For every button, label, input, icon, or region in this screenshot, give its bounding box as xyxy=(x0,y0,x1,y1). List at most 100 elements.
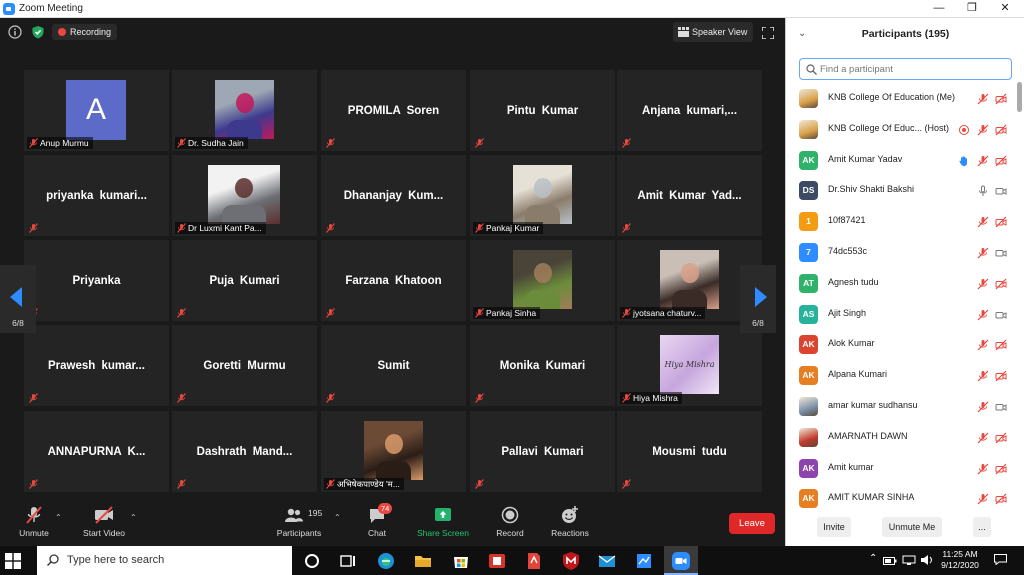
reactions-button[interactable]: Reactions xyxy=(548,505,592,538)
participant-tile[interactable]: Farzana Khatoon xyxy=(321,240,466,321)
scrollbar-thumb[interactable] xyxy=(1017,82,1022,112)
participant-row[interactable]: AK Alpana Kumari xyxy=(786,360,1018,391)
leave-meeting-button[interactable]: Leave xyxy=(729,513,775,534)
participant-row[interactable]: AK Alok Kumar xyxy=(786,329,1018,360)
close-button[interactable]: ✕ xyxy=(988,0,1022,18)
mcafee-icon[interactable] xyxy=(561,551,581,571)
chat-button[interactable]: 74 Chat xyxy=(362,503,393,538)
fullscreen-icon[interactable] xyxy=(762,27,774,39)
participant-tile[interactable]: PROMILA Soren xyxy=(321,70,466,151)
participant-tile[interactable]: Puja Kumari xyxy=(172,240,317,321)
share-screen-button[interactable]: Share Screen xyxy=(414,505,472,538)
participant-row[interactable]: DS Dr.Shiv Shakti Bakshi xyxy=(786,175,1018,206)
store-icon[interactable] xyxy=(451,551,471,571)
camera-off-icon[interactable] xyxy=(995,338,1007,351)
camera-off-icon[interactable] xyxy=(995,277,1007,290)
task-view-icon[interactable] xyxy=(338,551,358,571)
camera-icon[interactable] xyxy=(995,308,1007,320)
battery-icon[interactable] xyxy=(883,555,897,567)
taskbar-search-box[interactable]: Type here to search xyxy=(37,546,292,575)
mail-icon[interactable] xyxy=(597,551,617,571)
participant-row[interactable]: KNB College Of Educ... (Host) xyxy=(786,114,1018,145)
participant-row[interactable]: 7 74dc553c xyxy=(786,237,1018,268)
minimize-button[interactable]: — xyxy=(922,0,956,18)
camera-off-icon[interactable] xyxy=(995,123,1007,136)
pdf-reader-icon[interactable] xyxy=(524,551,544,571)
camera-off-icon[interactable] xyxy=(995,431,1007,444)
participant-row[interactable]: AK Amit kumar xyxy=(786,453,1018,484)
encryption-shield-icon[interactable] xyxy=(31,25,45,39)
notification-icon[interactable] xyxy=(994,554,1007,565)
invite-button[interactable]: Invite xyxy=(817,517,851,537)
participant-tile[interactable]: Monika Kumari xyxy=(470,325,615,406)
participants-button[interactable]: 195 Participants xyxy=(273,505,325,538)
participant-tile[interactable]: Dr Luxmi Kant Pa... xyxy=(172,155,317,236)
taskbar-clock[interactable]: 11:25 AM 9/12/2020 xyxy=(938,549,982,571)
edge-browser-icon[interactable] xyxy=(376,551,396,571)
info-icon[interactable] xyxy=(8,25,22,39)
camera-off-icon[interactable] xyxy=(995,462,1007,475)
camera-off-icon[interactable] xyxy=(995,154,1007,167)
participant-row[interactable]: AMARNATH DAWN xyxy=(786,422,1018,453)
participant-tile[interactable]: Dhananjay Kum... xyxy=(321,155,466,236)
microphone-muted-icon[interactable] xyxy=(977,215,989,228)
participant-tile[interactable]: Pankaj Kumar xyxy=(470,155,615,236)
maximize-button[interactable]: ❐ xyxy=(955,0,989,18)
unmute-button[interactable]: Unmute xyxy=(14,505,54,538)
camera-icon[interactable] xyxy=(995,184,1007,196)
participant-row[interactable]: AT Agnesh tudu xyxy=(786,268,1018,299)
zoom-taskbar-item[interactable] xyxy=(664,546,698,575)
audio-options-caret[interactable]: ⌃ xyxy=(55,513,62,522)
camera-off-icon[interactable] xyxy=(995,492,1007,505)
participant-tile[interactable]: Pankaj Sinha xyxy=(470,240,615,321)
microphone-icon[interactable] xyxy=(977,184,989,197)
microphone-muted-icon[interactable] xyxy=(977,123,989,136)
more-options-button[interactable]: ... xyxy=(973,517,991,537)
participant-tile[interactable]: priyanka kumari... xyxy=(24,155,169,236)
next-page-button[interactable]: 6/8 xyxy=(740,265,776,333)
participant-row[interactable]: amar kumar sudhansu xyxy=(786,391,1018,422)
show-hidden-icons-caret[interactable]: ⌃ xyxy=(869,553,877,564)
microphone-muted-icon[interactable] xyxy=(977,92,989,105)
microphone-muted-icon[interactable] xyxy=(977,462,989,475)
participants-options-caret[interactable]: ⌃ xyxy=(334,513,341,522)
participant-search-input[interactable]: Find a participant xyxy=(799,58,1012,80)
network-app-icon[interactable] xyxy=(634,551,654,571)
microphone-muted-icon[interactable] xyxy=(977,431,989,444)
microphone-muted-icon[interactable] xyxy=(977,338,989,351)
network-icon[interactable] xyxy=(902,554,916,566)
participant-tile[interactable]: Prawesh kumar... xyxy=(24,325,169,406)
participant-tile[interactable]: Pallavi Kumari xyxy=(470,411,615,492)
participant-tile[interactable]: Anjana kumari,... xyxy=(617,70,762,151)
microphone-muted-icon[interactable] xyxy=(977,400,989,413)
camera-off-icon[interactable] xyxy=(995,215,1007,228)
microphone-muted-icon[interactable] xyxy=(977,154,989,167)
participant-row[interactable]: 1 10f87421 xyxy=(786,206,1018,237)
microphone-muted-icon[interactable] xyxy=(977,308,989,321)
microphone-muted-icon[interactable] xyxy=(977,246,989,259)
participant-row[interactable]: AK AMIT KUMAR SINHA xyxy=(786,483,1018,514)
camera-off-icon[interactable] xyxy=(995,92,1007,105)
participant-tile[interactable]: ANNAPURNA K... xyxy=(24,411,169,492)
cortana-icon[interactable] xyxy=(302,551,322,571)
participant-tile[interactable]: Dr. Sudha Jain xyxy=(172,70,317,151)
participant-tile[interactable]: अभिषेकपाण्डेय 'म... xyxy=(321,411,466,492)
red-app-icon[interactable] xyxy=(487,551,507,571)
start-video-button[interactable]: Start Video xyxy=(78,505,130,538)
previous-page-button[interactable]: 6/8 xyxy=(0,265,36,333)
participant-tile[interactable]: Goretti Murmu xyxy=(172,325,317,406)
participant-tile[interactable]: Amit Kumar Yad... xyxy=(617,155,762,236)
windows-start-icon[interactable] xyxy=(5,553,21,569)
volume-icon[interactable] xyxy=(920,554,933,566)
participant-row[interactable]: AS Ajit Singh xyxy=(786,299,1018,330)
microphone-muted-icon[interactable] xyxy=(977,277,989,290)
video-options-caret[interactable]: ⌃ xyxy=(130,513,137,522)
microphone-muted-icon[interactable] xyxy=(977,492,989,505)
participant-list-scrollbar[interactable] xyxy=(1017,82,1022,532)
camera-icon[interactable] xyxy=(995,246,1007,258)
camera-off-icon[interactable] xyxy=(995,369,1007,382)
record-button[interactable]: Record xyxy=(493,505,527,538)
speaker-view-button[interactable]: Speaker View xyxy=(673,22,753,42)
participant-tile[interactable]: Pintu Kumar xyxy=(470,70,615,151)
participant-row[interactable]: AK Amit Kumar Yadav xyxy=(786,145,1018,176)
